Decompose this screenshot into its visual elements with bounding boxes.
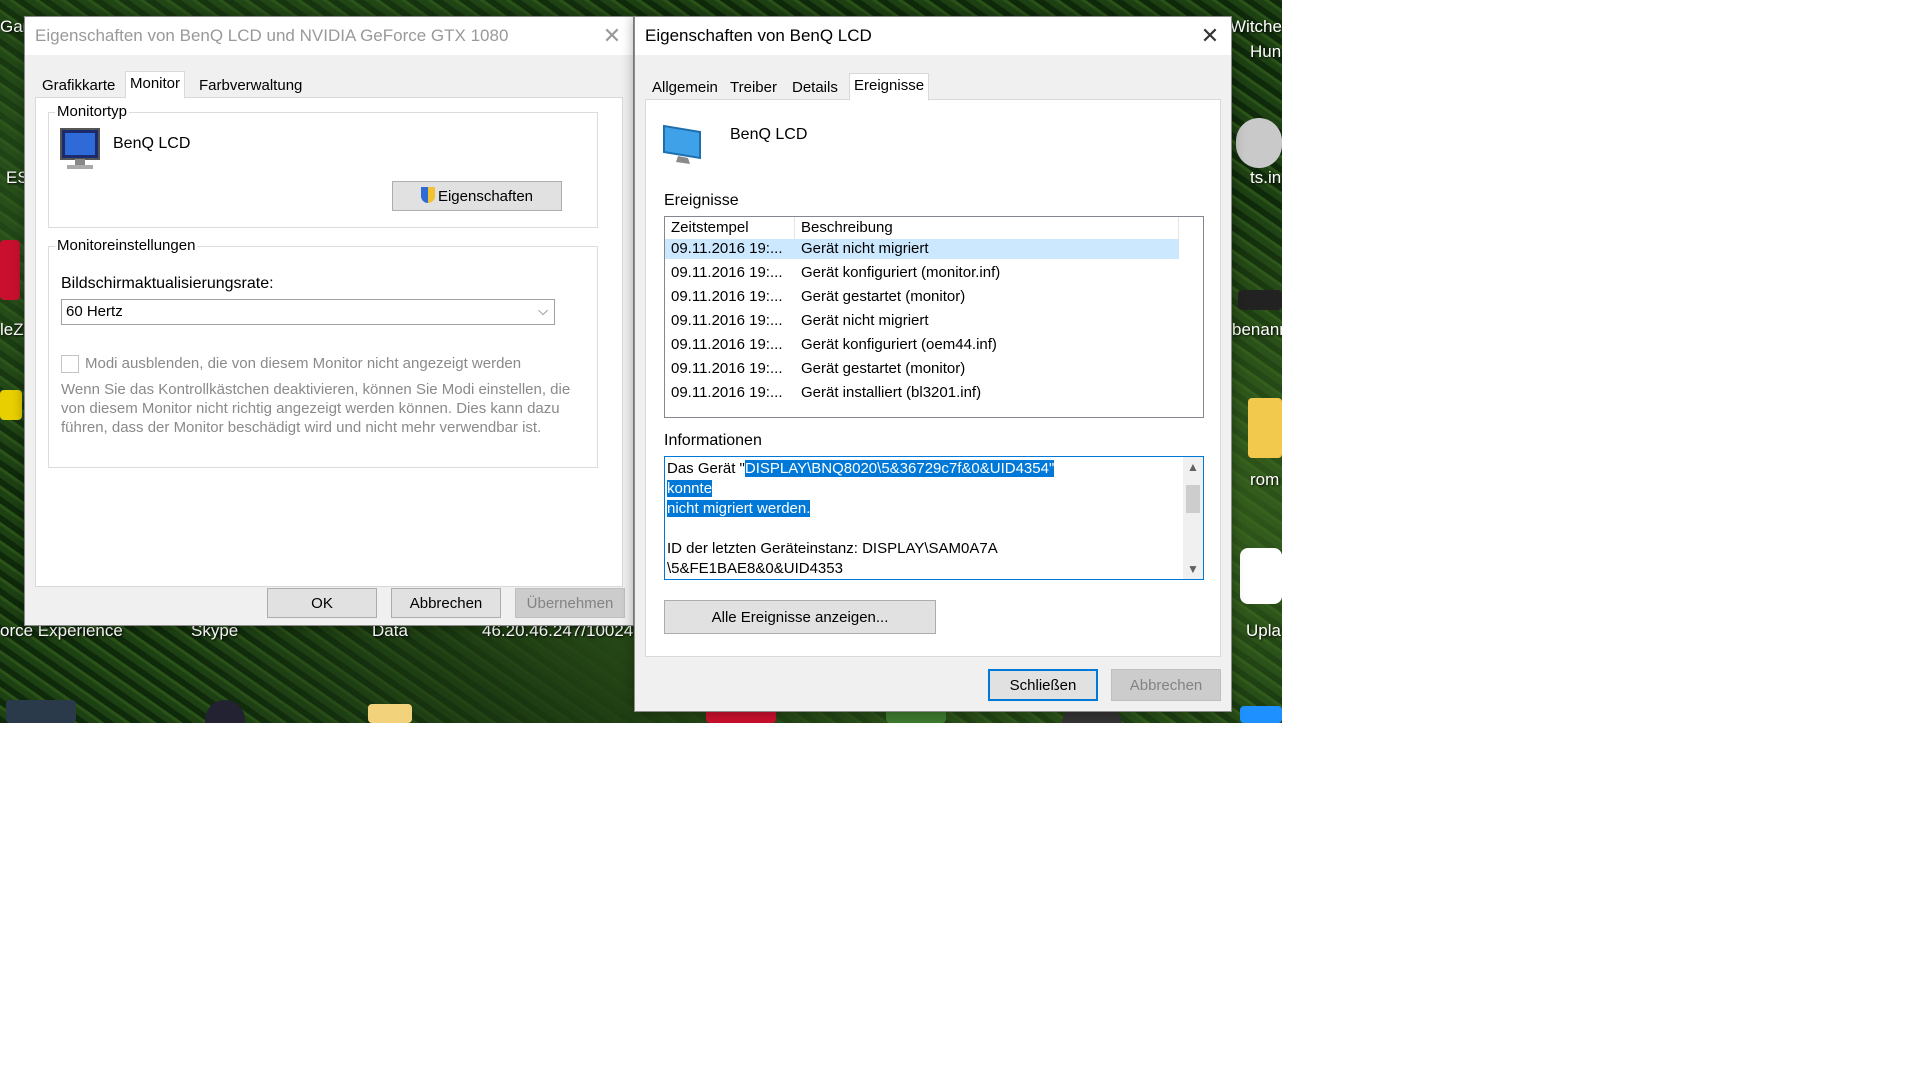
hide-modes-checkbox[interactable] <box>61 355 79 373</box>
timestamp-cell: 09.11.2016 19:... <box>671 384 783 401</box>
info-prefix: Das Gerät " <box>667 460 745 477</box>
close-icon[interactable]: ✕ <box>597 22 627 50</box>
close-icon[interactable]: ✕ <box>1195 22 1225 50</box>
monitortyp-group: Monitortyp BenQ LCD Eigenschaften <box>48 103 598 228</box>
scroll-up-icon[interactable]: ▲ <box>1183 457 1203 477</box>
info-text: Das Gerät "DISPLAY\BNQ8020\5&36729c7f&0&… <box>667 459 1072 579</box>
column-header-description[interactable]: Beschreibung <box>795 217 1179 239</box>
monitor-name: BenQ LCD <box>113 135 191 152</box>
desktop-icon-yellow-left[interactable] <box>0 390 22 420</box>
desktop-icon-skype[interactable] <box>205 700 245 723</box>
desktop-label-upload: Upla <box>1246 621 1281 640</box>
desktop-icon-red-left[interactable] <box>0 240 20 300</box>
events-rows: 09.11.2016 19:... Gerät nicht migriert 09.… <box>665 239 1179 417</box>
table-row[interactable]: 09.11.2016 19:... Gerät nicht migriert <box>665 239 1179 259</box>
desktop-label-rom: rom <box>1250 470 1280 489</box>
scroll-down-icon[interactable]: ▼ <box>1183 559 1203 579</box>
monitoreinstellungen-group: Monitoreinstellungen Bildschirmaktualisi… <box>48 237 598 468</box>
timestamp-cell: 09.11.2016 19:... <box>671 312 783 329</box>
tab-treiber[interactable]: Treiber <box>725 75 782 101</box>
timestamp-cell: 09.11.2016 19:... <box>671 360 783 377</box>
desktop-label-ts: ts.in <box>1250 168 1282 187</box>
info-highlight-2: nicht migriert werden. <box>667 500 811 517</box>
tab-ereignisse[interactable]: Ereignisse <box>849 73 930 101</box>
properties-button-label: Eigenschaften <box>437 188 534 205</box>
refresh-rate-select[interactable]: 60 Hertz ⌵ <box>61 299 555 325</box>
description-cell: Gerät gestartet (monitor) <box>801 360 966 377</box>
description-cell: Gerät konfiguriert (oem44.inf) <box>801 336 997 353</box>
tab-details[interactable]: Details <box>787 75 843 101</box>
description-cell: Gerät gestartet (monitor) <box>801 288 966 305</box>
title-bar[interactable]: Eigenschaften von BenQ LCD und NVIDIA Ge… <box>25 17 633 55</box>
timestamp-cell: 09.11.2016 19:... <box>671 264 783 281</box>
table-row[interactable]: 09.11.2016 19:... Gerät konfiguriert (mon… <box>665 263 1179 283</box>
device-name: BenQ LCD <box>730 126 808 143</box>
info-textbox[interactable]: Das Gerät "DISPLAY\BNQ8020\5&36729c7f&0&… <box>664 456 1204 580</box>
desktop-icon-settings[interactable] <box>1236 118 1282 168</box>
table-row[interactable]: 09.11.2016 19:... Gerät nicht migriert <box>665 311 1179 331</box>
dialog-title: Eigenschaften von BenQ LCD und NVIDIA Ge… <box>35 26 509 45</box>
ok-button[interactable]: OK <box>267 588 377 618</box>
scroll-thumb[interactable] <box>1186 485 1200 513</box>
desktop-icon-upload-app[interactable] <box>1240 548 1282 604</box>
monitor-icon <box>60 128 100 169</box>
description-cell: Gerät nicht migriert <box>801 240 929 257</box>
monitor-tab-panel: Monitortyp BenQ LCD Eigenschaften Monito… <box>35 97 623 587</box>
title-bar[interactable]: Eigenschaften von BenQ LCD ✕ <box>635 17 1231 55</box>
desktop-icon-data-folder[interactable] <box>368 704 412 723</box>
timestamp-cell: 09.11.2016 19:... <box>671 336 783 353</box>
apply-button[interactable]: Übernehmen <box>515 588 625 618</box>
desktop-label-hunt: Hun <box>1250 42 1282 61</box>
hide-modes-label: Modi ausblenden, die von diesem Monitor … <box>85 355 522 372</box>
display-adapter-properties-dialog: Eigenschaften von BenQ LCD und NVIDIA Ge… <box>24 16 634 626</box>
close-button[interactable]: Schließen <box>988 669 1098 701</box>
description-cell: Gerät installiert (bl3201.inf) <box>801 384 982 401</box>
desktop-label-benannt: benann <box>1232 320 1282 339</box>
cancel-button[interactable]: Abbrechen <box>1111 669 1221 701</box>
desktop-label-witcher: Witche <box>1230 17 1282 36</box>
cancel-button[interactable]: Abbrechen <box>391 588 501 618</box>
refresh-rate-value: 60 Hertz <box>66 303 123 320</box>
info-label: Informationen <box>664 432 762 449</box>
tab-monitor[interactable]: Monitor <box>125 71 186 99</box>
table-row[interactable]: 09.11.2016 19:... Gerät gestartet (monito… <box>665 359 1179 379</box>
tab-grafikkarte[interactable]: Grafikkarte <box>37 73 120 99</box>
timestamp-cell: 09.11.2016 19:... <box>671 288 783 305</box>
dialog-title: Eigenschaften von BenQ LCD <box>645 26 872 45</box>
table-row[interactable]: 09.11.2016 19:... Gerät installiert (bl32… <box>665 383 1179 403</box>
tab-farbverwaltung[interactable]: Farbverwaltung <box>194 73 307 99</box>
events-label: Ereignisse <box>664 192 739 209</box>
monitor-properties-button[interactable]: Eigenschaften <box>392 181 562 211</box>
table-row[interactable]: 09.11.2016 19:... Gerät gestartet (monito… <box>665 287 1179 307</box>
timestamp-cell: 09.11.2016 19:... <box>671 240 783 257</box>
refresh-rate-label: Bildschirmaktualisierungsrate: <box>61 275 274 292</box>
monitor-properties-dialog: Eigenschaften von BenQ LCD ✕ Allgemein T… <box>634 16 1232 712</box>
events-table[interactable]: Zeitstempel Beschreibung 09.11.2016 19:.… <box>664 216 1204 418</box>
info-line-3: ID der letzten Geräteinstanz: DISPLAY\SA… <box>667 540 998 557</box>
desktop-icon-geforce-experience[interactable] <box>6 700 76 723</box>
table-row[interactable]: 09.11.2016 19:... Gerät konfiguriert (oem… <box>665 335 1179 355</box>
chevron-down-icon: ⌵ <box>538 303 548 318</box>
description-cell: Gerät nicht migriert <box>801 312 929 329</box>
column-header-timestamp[interactable]: Zeitstempel <box>665 217 795 239</box>
hide-modes-warning: Wenn Sie das Kontrollkästchen deaktivier… <box>61 381 571 436</box>
all-events-button[interactable]: Alle Ereignisse anzeigen... <box>664 600 936 634</box>
uac-shield-icon <box>420 187 435 203</box>
info-line-4: \5&FE1BAE8&0&UID4353 <box>667 560 843 577</box>
monitoreinstellungen-legend: Monitoreinstellungen <box>55 237 198 254</box>
desktop-icon-folder[interactable] <box>1248 398 1282 458</box>
desktop-icon-camera[interactable] <box>1238 290 1282 310</box>
info-scrollbar[interactable]: ▲ ▼ <box>1183 457 1203 579</box>
tab-allgemein[interactable]: Allgemein <box>647 75 723 101</box>
monitortyp-legend: Monitortyp <box>55 103 130 120</box>
monitor-icon <box>663 124 701 164</box>
description-cell: Gerät konfiguriert (monitor.inf) <box>801 264 1001 281</box>
events-tab-panel: BenQ LCD Ereignisse Zeitstempel Beschrei… <box>645 99 1221 657</box>
desktop-label-lez: leZ <box>0 320 24 339</box>
desktop-icon-windows-app[interactable] <box>1240 706 1282 723</box>
